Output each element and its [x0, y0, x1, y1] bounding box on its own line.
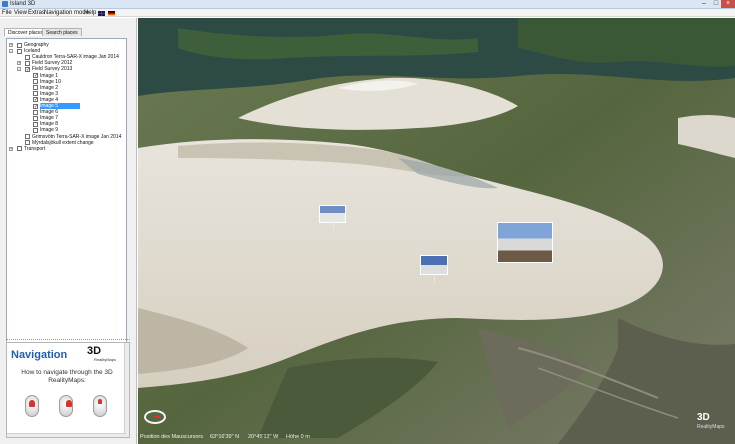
tab-search-places[interactable]: Search places	[42, 28, 82, 36]
tree-item-label: Mýrdalsjökull extent change	[32, 139, 94, 146]
layer-checkbox[interactable]: ✓	[33, 103, 38, 109]
layer-checkbox[interactable]	[33, 121, 38, 127]
expand-icon[interactable]: +	[9, 43, 13, 47]
latitude-value: 63°16'39" N	[210, 434, 240, 440]
navigation-instructions: How to navigate through the 3D RealityMa…	[21, 369, 113, 384]
mouse-left-click-icon	[25, 395, 39, 417]
app-icon	[2, 1, 8, 7]
watermark-brand: RealityMaps	[697, 424, 725, 430]
tree-item-label: Image 6	[40, 109, 59, 116]
menu-extras[interactable]: Extras	[28, 9, 45, 17]
tree-item-label: Image 7	[40, 115, 59, 122]
layer-checkbox[interactable]	[33, 127, 38, 133]
tree-item-label: Image 9	[40, 127, 59, 134]
tree-item-label: Image 3	[40, 90, 59, 97]
tree-item-label: Image 4	[40, 96, 59, 103]
maximize-button[interactable]: □	[711, 0, 721, 8]
tree-item-label: Image 5	[40, 103, 81, 109]
layer-checkbox[interactable]	[33, 79, 38, 85]
layer-checkbox[interactable]: ✓	[25, 66, 30, 72]
collapse-icon[interactable]: -	[9, 49, 13, 54]
logo-number: 3D	[87, 345, 102, 357]
menu-view[interactable]: View	[14, 9, 27, 17]
layer-checkbox[interactable]: ✓	[33, 97, 38, 103]
menu-navigation-mode[interactable]: Navigation mode	[44, 9, 89, 17]
layer-checkbox[interactable]	[17, 146, 22, 152]
vertical-scrollbar[interactable]	[124, 343, 129, 437]
terrain-render	[138, 18, 735, 444]
layer-checkbox[interactable]	[33, 91, 38, 97]
cursor-position-label: Position des Mauscursors	[140, 434, 203, 440]
logo-brand: RealityMaps	[94, 357, 117, 362]
menu-file[interactable]: File	[2, 9, 12, 17]
layer-checkbox[interactable]	[25, 134, 30, 139]
minimize-button[interactable]: –	[699, 0, 709, 8]
close-button[interactable]: ×	[721, 0, 735, 8]
expand-icon[interactable]: +	[9, 146, 13, 151]
watermark-number: 3D	[697, 412, 710, 423]
layer-checkbox[interactable]	[17, 48, 22, 54]
tree-item-label: Iceland	[24, 48, 41, 55]
status-bar: Position des Mauscursors 63°16'39" N 20°…	[138, 431, 735, 444]
tree-item-label: Image 8	[40, 121, 59, 128]
mouse-wheel-icon	[93, 395, 107, 417]
layer-tree: + Geography - Iceland Cauldron Terra-SAR-X i…	[6, 38, 127, 353]
layer-checkbox[interactable]	[25, 54, 30, 60]
layer-checkbox[interactable]	[33, 115, 38, 121]
tree-item-label: Image 1	[40, 72, 59, 79]
mouse-right-click-icon	[59, 395, 73, 417]
height-value: Höhe 0 m	[286, 434, 310, 440]
photo-marker-image-4[interactable]	[420, 255, 448, 282]
english-flag-icon[interactable]	[98, 11, 105, 16]
horizontal-scrollbar[interactable]	[7, 433, 126, 437]
compass-icon[interactable]	[144, 410, 166, 424]
tree-item-label: Geography	[24, 42, 49, 48]
navigation-help-panel: Navigation 3D RealityMaps How to navigat…	[6, 342, 130, 438]
layer-checkbox[interactable]: ✓	[33, 73, 38, 79]
title-bar: Island 3D – □ ×	[0, 0, 735, 9]
layer-checkbox[interactable]	[33, 85, 38, 91]
tree-item-label: Cauldron Terra-SAR-X image Jan 2014	[32, 54, 119, 61]
menu-help[interactable]: Help	[84, 9, 96, 17]
layer-checkbox[interactable]	[33, 109, 38, 115]
left-panel: Discover places Search places + Geography…	[0, 18, 137, 444]
realitymaps-watermark: 3D RealityMaps	[675, 410, 731, 440]
tree-item-label: Image 10	[40, 78, 61, 85]
collapse-icon[interactable]: -	[17, 67, 21, 72]
photo-marker-image-1[interactable]	[319, 205, 346, 230]
tree-item-label: Transport	[24, 145, 46, 152]
tree-item-label: Grimsvötn Terra-SAR-X image Jan 2014	[32, 133, 122, 140]
tab-discover-places[interactable]: Discover places	[4, 28, 48, 36]
tree-item-label: Image 2	[40, 84, 59, 91]
realitymaps-logo: 3D RealityMaps	[87, 345, 125, 365]
longitude-value: 20°45'13" W	[248, 434, 279, 440]
layer-checkbox[interactable]	[25, 140, 30, 146]
tree-item-label: Field Survey 2012	[32, 60, 73, 67]
menu-bar: File View Extras Navigation mode Help	[0, 9, 735, 17]
tree-item-label: Field Survey 2013	[32, 66, 73, 73]
map-view[interactable]: Position des Mauscursors 63°16'39" N 20°…	[138, 18, 735, 444]
panel-splitter[interactable]	[6, 339, 130, 341]
photo-marker-image-5[interactable]	[497, 222, 553, 263]
german-flag-icon[interactable]	[108, 11, 115, 16]
navigation-title: Navigation	[11, 349, 68, 361]
layer-checkbox[interactable]	[17, 42, 22, 48]
expand-icon[interactable]: +	[17, 61, 21, 66]
window-title: Island 3D	[10, 1, 36, 7]
layer-checkbox[interactable]	[25, 60, 30, 66]
